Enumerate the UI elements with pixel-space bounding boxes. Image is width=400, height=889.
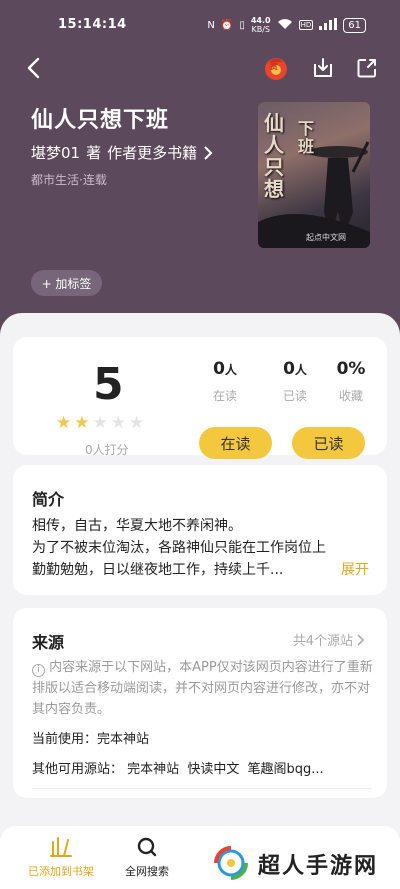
nfc-icon: N — [207, 19, 215, 31]
book-header: 15:14:14 N ⏰ ▯ 44.0 KB/S HD 61 赏 仙人只想下班 … — [0, 0, 400, 340]
back-button[interactable] — [20, 54, 48, 82]
info-icon: i — [32, 664, 45, 677]
intro-text: 相传，自古，华夏大地不养闲神。 为了不被末位淘汰，各路神仙只能在工作岗位上 勤勤… — [32, 518, 326, 578]
source-card: 来源 共4个源站 i 内容来源于以下网站，本APP仅对该网页内容进行了重新排版以… — [13, 608, 387, 798]
source-current: 当前使用：完本神站 — [32, 732, 150, 747]
mark-reading-button[interactable]: 在读 — [199, 427, 272, 459]
divider — [32, 788, 372, 789]
star-icon: ★ — [129, 413, 145, 433]
alarm-icon: ⏰ — [220, 19, 234, 31]
add-tag-button[interactable]: + 加标签 — [31, 270, 102, 296]
status-time: 15:14:14 — [58, 17, 127, 32]
stat-reading: 0人 在读 — [212, 359, 237, 403]
rating-score: 5 — [93, 359, 124, 410]
status-bar: 15:14:14 N ⏰ ▯ 44.0 KB/S HD 61 — [0, 12, 400, 38]
cover-publisher: 起点中文网 — [306, 233, 346, 242]
star-icon: ★ — [74, 413, 90, 433]
intro-title: 简介 — [32, 490, 65, 509]
source-note: i 内容来源于以下网站，本APP仅对该网页内容进行了重新排版以适合移动端阅读，并… — [32, 660, 373, 717]
stat-read: 0人 已读 — [282, 359, 307, 403]
source-title: 来源 — [32, 633, 65, 652]
rating-card: 5 ★ ★ ★ ★ ★ 0人打分 0人 在读 0人 已读 0% 收藏 在读 已读 — [13, 337, 387, 459]
watermark-logo: 超人手游网 — [204, 838, 400, 889]
cover-title-1: 仙人只想 — [264, 111, 284, 201]
detail-sheet: 5 ★ ★ ★ ★ ★ 0人打分 0人 在读 0人 已读 0% 收藏 在读 已读… — [0, 313, 400, 889]
bookshelf-icon — [50, 837, 72, 857]
author-name: 堪梦01 — [31, 144, 81, 162]
author-suffix: 著 — [86, 144, 102, 162]
source-option[interactable]: 完本神站 — [127, 762, 179, 777]
signal-icon — [319, 17, 338, 33]
star-icon: ★ — [92, 413, 108, 433]
download-icon — [314, 58, 332, 77]
more-books-label: 作者更多书籍 — [107, 144, 198, 162]
mark-read-button[interactable]: 已读 — [292, 427, 365, 459]
source-count-link[interactable]: 共4个源站 — [293, 630, 365, 649]
share-icon — [357, 59, 376, 78]
tab-bookshelf[interactable]: 已添加到书架 — [16, 836, 106, 879]
expand-link[interactable]: 展开 — [341, 559, 369, 579]
tab-search[interactable]: 全网搜索 — [102, 836, 192, 879]
chevron-left-icon — [27, 57, 40, 79]
rating-count: 0人打分 — [85, 443, 129, 457]
search-icon — [137, 837, 157, 857]
watermark-text: 超人手游网 — [258, 854, 379, 879]
reward-button[interactable]: 赏 — [262, 54, 290, 82]
status-icons: N ⏰ ▯ 44.0 KB/S HD 61 — [207, 16, 366, 34]
chevron-right-icon — [357, 633, 365, 646]
chevron-right-icon — [204, 145, 213, 160]
book-cover[interactable]: 仙人只想 下班 起点中文网 — [258, 102, 370, 248]
watermark-icon — [214, 846, 248, 880]
vibrate-icon: ▯ — [239, 19, 245, 31]
rating-stars: ★ ★ ★ ★ ★ — [56, 413, 144, 433]
share-button[interactable] — [353, 54, 381, 82]
book-category: 都市生活·连载 — [31, 173, 107, 187]
intro-card: 简介 相传，自古，华夏大地不养闲神。 为了不被末位淘汰，各路神仙只能在工作岗位上… — [13, 465, 387, 595]
battery-icon: 61 — [343, 17, 366, 33]
author-link[interactable]: 堪梦01 著 作者更多书籍 — [31, 142, 213, 163]
stat-favorite: 0% 收藏 — [336, 359, 366, 403]
star-icon: ★ — [56, 413, 72, 433]
source-option[interactable]: 笔趣阁bqg... — [247, 762, 323, 777]
cover-title-2: 下班 — [298, 119, 315, 156]
net-speed: 44.0 KB/S — [250, 16, 271, 34]
book-title: 仙人只想下班 — [31, 108, 170, 133]
download-button[interactable] — [309, 54, 337, 82]
hd-icon: HD — [298, 20, 314, 30]
source-option[interactable]: 快读中文 — [187, 762, 239, 777]
star-icon: ★ — [110, 413, 126, 433]
source-others: 其他可用源站： 完本神站 快读中文 笔趣阁bqg... — [32, 762, 324, 777]
wifi-icon — [277, 18, 293, 33]
